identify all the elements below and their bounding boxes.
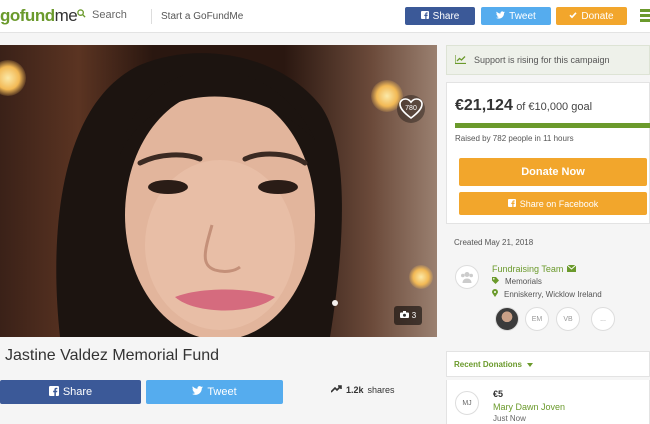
recent-donations-toggle[interactable]: Recent Donations bbox=[446, 351, 650, 377]
team-name: Fundraising Team bbox=[492, 264, 564, 274]
envelope-icon[interactable] bbox=[567, 264, 577, 274]
team-member-avatar[interactable]: VB bbox=[556, 307, 580, 331]
facebook-icon bbox=[48, 385, 59, 399]
created-date: Created May 21, 2018 bbox=[454, 238, 534, 247]
recent-donations-label: Recent Donations bbox=[454, 359, 523, 369]
rising-text: Support is rising for this campaign bbox=[474, 55, 610, 65]
team-member-avatar[interactable]: EM bbox=[525, 307, 549, 331]
campaign-title: Jastine Valdez Memorial Fund bbox=[5, 347, 220, 364]
header-share-label: Share bbox=[432, 10, 460, 22]
donation-time: Just Now bbox=[493, 414, 526, 423]
photo-count: 3 bbox=[411, 311, 417, 320]
shares-count-value: 1.2k bbox=[346, 385, 364, 395]
twitter-icon bbox=[192, 386, 204, 398]
donor-name[interactable]: Mary Dawn Joven bbox=[493, 402, 565, 412]
more-members-button[interactable]: ... bbox=[591, 307, 615, 331]
search-label: Search bbox=[92, 9, 127, 21]
camera-icon bbox=[399, 311, 409, 320]
search-link[interactable]: Search bbox=[77, 9, 127, 21]
progress-fill bbox=[455, 123, 650, 128]
header-share-button[interactable]: Share bbox=[405, 7, 475, 25]
header-donate-button[interactable]: Donate bbox=[556, 7, 627, 25]
tweet-label: Tweet bbox=[207, 386, 237, 398]
support-rising-banner: Support is rising for this campaign bbox=[446, 45, 650, 75]
fundraising-team-link[interactable]: Fundraising Team bbox=[492, 264, 577, 274]
campaign-photo: 780 3 bbox=[0, 45, 437, 337]
twitter-icon bbox=[496, 10, 506, 22]
search-icon bbox=[77, 9, 86, 21]
donation-amount: €5 bbox=[493, 389, 504, 399]
category-text[interactable]: Memorials bbox=[505, 277, 542, 286]
facebook-icon bbox=[420, 10, 429, 22]
amount-raised: €21,124 of €10,000 goal bbox=[455, 97, 592, 115]
hamburger-menu-icon[interactable] bbox=[640, 9, 650, 24]
start-gofundme-link[interactable]: Start a GoFundMe bbox=[161, 11, 243, 22]
location-line: Enniskerry, Wicklow Ireland bbox=[492, 289, 602, 299]
trend-chart-icon bbox=[454, 54, 466, 66]
share-on-facebook-button[interactable]: Share on Facebook bbox=[459, 192, 647, 215]
gofundme-logo[interactable]: gofundme bbox=[0, 6, 78, 26]
progress-bar bbox=[455, 123, 650, 128]
map-pin-icon bbox=[492, 289, 498, 299]
checkmark-icon bbox=[569, 11, 577, 22]
location-text: Enniskerry, Wicklow Ireland bbox=[504, 289, 602, 299]
caret-down-icon bbox=[527, 360, 534, 369]
facebook-icon bbox=[507, 198, 516, 209]
portrait-illustration bbox=[56, 53, 342, 337]
header-divider bbox=[151, 9, 152, 24]
donation-summary-card: €21,124 of €10,000 goal Raised by 782 pe… bbox=[446, 82, 650, 224]
shares-suffix: shares bbox=[367, 385, 395, 395]
top-navigation-bar: gofundme Search Start a GoFundMe Share T… bbox=[0, 0, 650, 33]
tag-icon bbox=[492, 277, 499, 286]
share-count: 1.2k shares bbox=[330, 385, 395, 395]
donor-avatar: MJ bbox=[455, 391, 479, 415]
header-tweet-label: Tweet bbox=[509, 10, 536, 22]
team-icon bbox=[461, 272, 473, 283]
share-label: Share bbox=[62, 386, 93, 398]
heart-count: 780 bbox=[405, 105, 417, 112]
photo-gallery-button[interactable]: 3 bbox=[394, 306, 422, 325]
share-button[interactable]: Share bbox=[0, 380, 141, 404]
goal-text: of €10,000 goal bbox=[516, 101, 593, 113]
header-donate-label: Donate bbox=[581, 10, 614, 22]
share-facebook-label: Share on Facebook bbox=[519, 198, 599, 209]
category-line: Memorials bbox=[492, 277, 542, 286]
donation-item: MJ €5 Mary Dawn Joven Just Now bbox=[446, 380, 650, 424]
team-avatar bbox=[455, 265, 479, 289]
trending-icon bbox=[330, 385, 342, 395]
raised-by-text: Raised by 782 people in 11 hours bbox=[455, 134, 574, 143]
header-tweet-button[interactable]: Tweet bbox=[481, 7, 551, 25]
amount-value: €21,124 bbox=[455, 97, 513, 114]
donate-now-button[interactable]: Donate Now bbox=[459, 158, 647, 186]
team-member-avatar-photo[interactable] bbox=[495, 307, 519, 331]
tweet-button[interactable]: Tweet bbox=[146, 380, 283, 404]
